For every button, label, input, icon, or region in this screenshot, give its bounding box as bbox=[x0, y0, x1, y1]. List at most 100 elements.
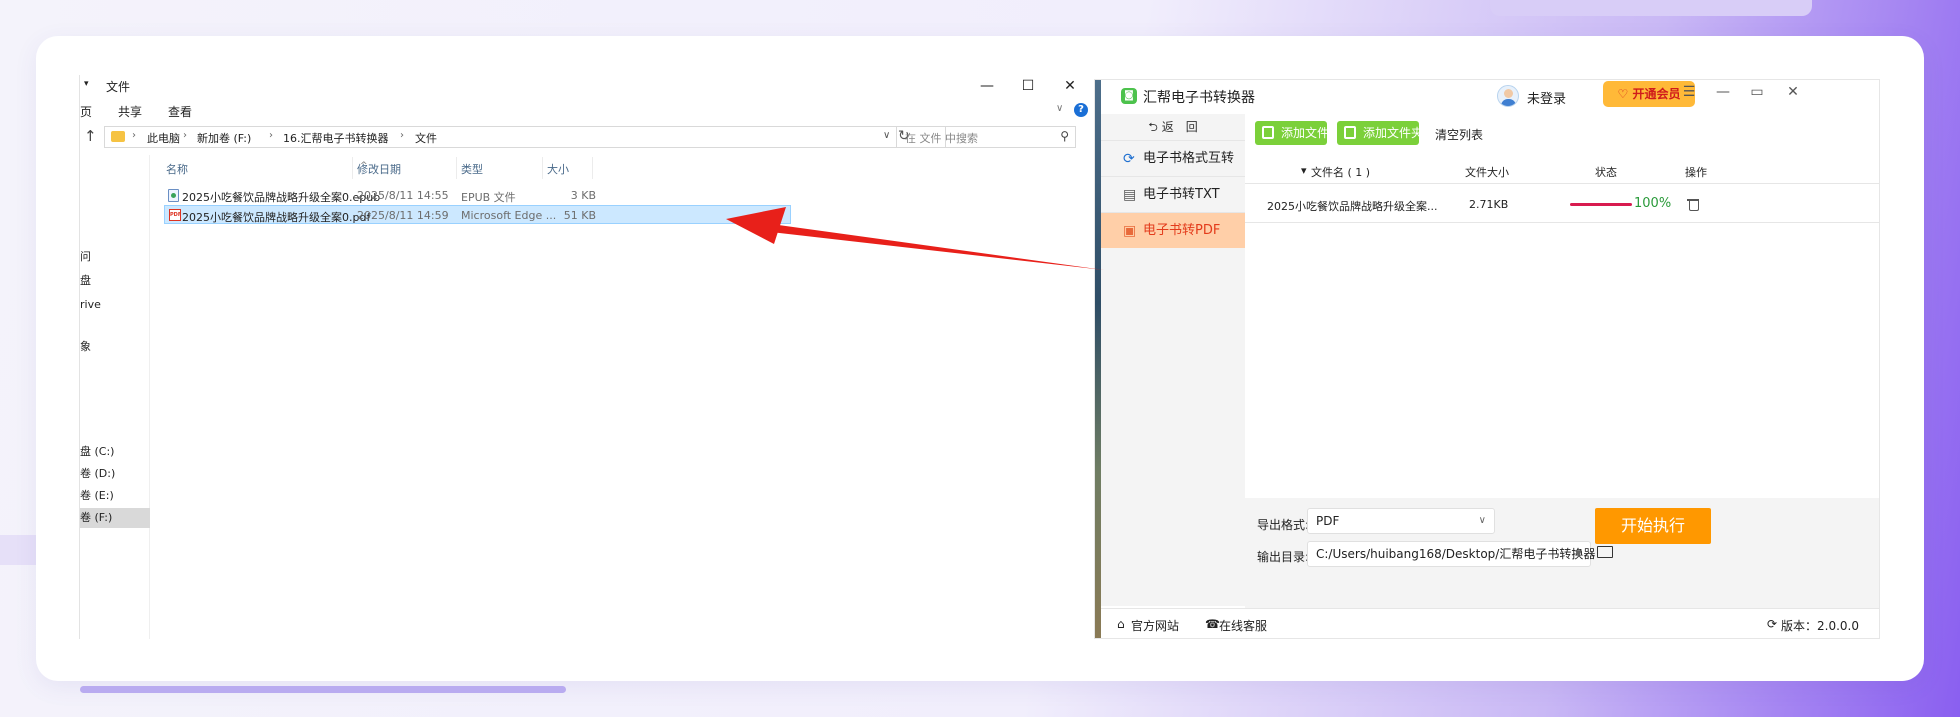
nav-to-pdf[interactable]: ▣ 电子书转PDF bbox=[1101, 212, 1245, 248]
ribbon-expand-icon[interactable]: ∨ bbox=[1056, 103, 1063, 114]
header-filename[interactable]: 文件名 ( 1 ) bbox=[1311, 164, 1370, 180]
sidebar-item-drive-e[interactable]: 卷 (E:) bbox=[80, 486, 150, 506]
nav-label: 电子书转TXT bbox=[1143, 187, 1220, 202]
ribbon-tab-share[interactable]: 共享 bbox=[118, 103, 142, 120]
column-size[interactable]: 大小 bbox=[547, 161, 569, 177]
breadcrumb-separator-icon: › bbox=[400, 130, 404, 141]
document-icon: ▤ bbox=[1123, 187, 1137, 203]
add-folder-button[interactable]: 添加文件夹 bbox=[1337, 121, 1423, 145]
output-dir-select[interactable]: C:/Users/huibang168/Desktop/汇帮电子书转换器 ▼ bbox=[1307, 541, 1595, 567]
nav-label: 电子书格式互转 bbox=[1143, 151, 1235, 166]
search-input[interactable]: 在 文件 中搜索 ⚲ bbox=[896, 126, 1076, 148]
online-service-link[interactable]: 在线客服 bbox=[1219, 617, 1267, 634]
sidebar-item[interactable]: 问 bbox=[80, 247, 150, 267]
add-file-label: 添加文件 bbox=[1281, 126, 1330, 140]
close-button[interactable]: ✕ bbox=[1050, 75, 1090, 97]
help-icon[interactable]: ? bbox=[1074, 103, 1088, 117]
column-date[interactable]: 修改日期 bbox=[357, 161, 401, 177]
app-logo-icon: ◙ bbox=[1121, 88, 1137, 104]
search-placeholder: 在 文件 中搜索 bbox=[905, 132, 978, 145]
pdf-file-icon: PDF bbox=[169, 209, 181, 221]
breadcrumb-separator-icon: › bbox=[132, 130, 136, 141]
breadcrumb-files[interactable]: 文件 bbox=[415, 130, 437, 146]
minimize-button[interactable]: — bbox=[967, 75, 1007, 97]
column-type[interactable]: 类型 bbox=[461, 161, 483, 177]
column-name[interactable]: 名称 bbox=[166, 161, 188, 177]
output-dir-value: C:/Users/huibang168/Desktop/汇帮电子书转换器 bbox=[1316, 547, 1596, 561]
login-status[interactable]: 未登录 bbox=[1527, 88, 1566, 107]
dropdown-arrow-icon: ▼ bbox=[1575, 549, 1582, 559]
epub-file-icon bbox=[168, 189, 179, 202]
quick-access-dropdown[interactable]: ▾ bbox=[84, 79, 89, 89]
background-decoration bbox=[0, 535, 40, 565]
breadcrumb-app-folder[interactable]: 16.汇帮电子书转换器 bbox=[283, 130, 389, 146]
address-bar[interactable]: › 此电脑 › 新加卷 (F:) › 16.汇帮电子书转换器 › 文件 ∨ ↻ bbox=[104, 126, 946, 148]
sidebar-item-drive-f[interactable]: 卷 (F:) bbox=[80, 508, 150, 528]
file-row-pdf[interactable]: PDF 2025小吃餐饮品牌战略升级全案0.pdf 2025/8/11 14:5… bbox=[164, 205, 791, 224]
background-decoration bbox=[1490, 0, 1812, 16]
app-name: 汇帮电子书转换器 bbox=[1143, 90, 1255, 106]
header-status: 状态 bbox=[1595, 166, 1617, 179]
clear-list-button[interactable]: 清空列表 bbox=[1435, 126, 1483, 143]
row-status: 100% bbox=[1634, 196, 1672, 211]
up-arrow-icon[interactable]: ↑ bbox=[84, 127, 97, 145]
explorer-titlebar: ▾ 文件 — ☐ ✕ bbox=[80, 75, 1091, 97]
app-titlebar: ◙ 汇帮电子书转换器 未登录 ♡ 开通会员 ☰ — ▭ ✕ bbox=[1101, 80, 1879, 112]
add-folder-label: 添加文件夹 bbox=[1363, 126, 1424, 140]
breadcrumb-this-pc[interactable]: 此电脑 bbox=[147, 130, 180, 146]
minimize-button[interactable]: — bbox=[1709, 84, 1737, 100]
window-title: 文件 bbox=[106, 80, 131, 94]
table-row[interactable]: 2025小吃餐饮品牌战略升级全案... 2.71KB 100% bbox=[1245, 186, 1879, 223]
open-folder-icon[interactable] bbox=[1597, 546, 1613, 558]
add-file-button[interactable]: 添加文件 bbox=[1255, 121, 1330, 145]
ribbon-tab-home[interactable]: 页 bbox=[80, 103, 92, 120]
back-label: 返 回 bbox=[1161, 120, 1198, 134]
close-button[interactable]: ✕ bbox=[1779, 84, 1807, 100]
nav-label: 电子书转PDF bbox=[1143, 223, 1221, 238]
sidebar-item-drive-d[interactable]: 卷 (D:) bbox=[80, 464, 150, 484]
file-row-epub[interactable]: 2025小吃餐饮品牌战略升级全案0.epub 2025/8/11 14:55 E… bbox=[164, 186, 791, 205]
nav-format-convert[interactable]: ⟳ 电子书格式互转 bbox=[1101, 140, 1245, 176]
export-format-label: 导出格式: bbox=[1257, 518, 1310, 532]
official-website-link[interactable]: 官方网站 bbox=[1131, 617, 1179, 634]
home-icon: ⌂ bbox=[1117, 617, 1125, 631]
service-icon: ☎ bbox=[1205, 617, 1220, 631]
breadcrumb-drive-f[interactable]: 新加卷 (F:) bbox=[197, 130, 251, 146]
search-icon: ⚲ bbox=[1060, 129, 1069, 143]
file-list-header: ^ 名称 修改日期 类型 大小 bbox=[164, 157, 794, 179]
maximize-button[interactable]: ☐ bbox=[1008, 75, 1048, 97]
file-size: 51 KB bbox=[563, 209, 596, 222]
maximize-button[interactable]: ▭ bbox=[1743, 84, 1771, 100]
app-main-panel: 添加文件 添加文件夹 清空列表 ▾ 文件名 ( 1 ) 文件大小 状态 操作 2… bbox=[1245, 112, 1879, 608]
avatar[interactable] bbox=[1497, 85, 1519, 107]
sidebar-item[interactable]: 盘 bbox=[80, 271, 150, 291]
add-folder-icon bbox=[1344, 126, 1356, 139]
export-format-value: PDF bbox=[1316, 514, 1340, 528]
file-type: EPUB 文件 bbox=[461, 191, 516, 204]
sidebar-item-drive-c[interactable]: 盘 (C:) bbox=[80, 442, 150, 462]
start-button[interactable]: 开始执行 bbox=[1595, 508, 1711, 544]
sort-down-icon[interactable]: ▾ bbox=[1301, 164, 1307, 177]
nav-to-txt[interactable]: ▤ 电子书转TXT bbox=[1101, 176, 1245, 212]
ribbon-tab-view[interactable]: 查看 bbox=[168, 103, 192, 120]
refresh-version-icon[interactable]: ⟳ bbox=[1767, 617, 1777, 631]
folder-icon bbox=[111, 131, 125, 142]
back-button[interactable]: ⮌ 返 回 bbox=[1101, 114, 1245, 140]
vip-label: 开通会员 bbox=[1632, 87, 1681, 101]
app-footer: ⌂ 官方网站 ☎ 在线客服 ⟳ 版本：2.0.0.0 bbox=[1101, 608, 1879, 638]
sync-icon: ⟳ bbox=[1123, 151, 1135, 167]
file-size: 3 KB bbox=[570, 189, 596, 202]
trash-icon[interactable] bbox=[1687, 198, 1699, 211]
converter-app-window: ◙ 汇帮电子书转换器 未登录 ♡ 开通会员 ☰ — ▭ ✕ ⮌ 返 回 ⟳ 电子… bbox=[1094, 79, 1880, 639]
row-filename: 2025小吃餐饮品牌战略升级全案... bbox=[1267, 200, 1438, 213]
sidebar-item[interactable]: rive bbox=[80, 295, 150, 315]
menu-icon[interactable]: ☰ bbox=[1675, 84, 1703, 100]
breadcrumb-separator-icon: › bbox=[183, 130, 187, 141]
file-explorer-window: ▾ 文件 — ☐ ✕ 页 共享 查看 ∨ ? ↑ › 此电脑 › 新加卷 (F:… bbox=[79, 75, 1091, 639]
header-filesize: 文件大小 bbox=[1465, 166, 1509, 179]
chevron-down-icon: ∨ bbox=[1478, 515, 1486, 526]
row-filesize: 2.71KB bbox=[1469, 198, 1509, 211]
address-dropdown-icon[interactable]: ∨ bbox=[883, 130, 890, 141]
export-format-select[interactable]: PDF ∨ bbox=[1307, 508, 1495, 534]
header-action: 操作 bbox=[1685, 166, 1707, 179]
